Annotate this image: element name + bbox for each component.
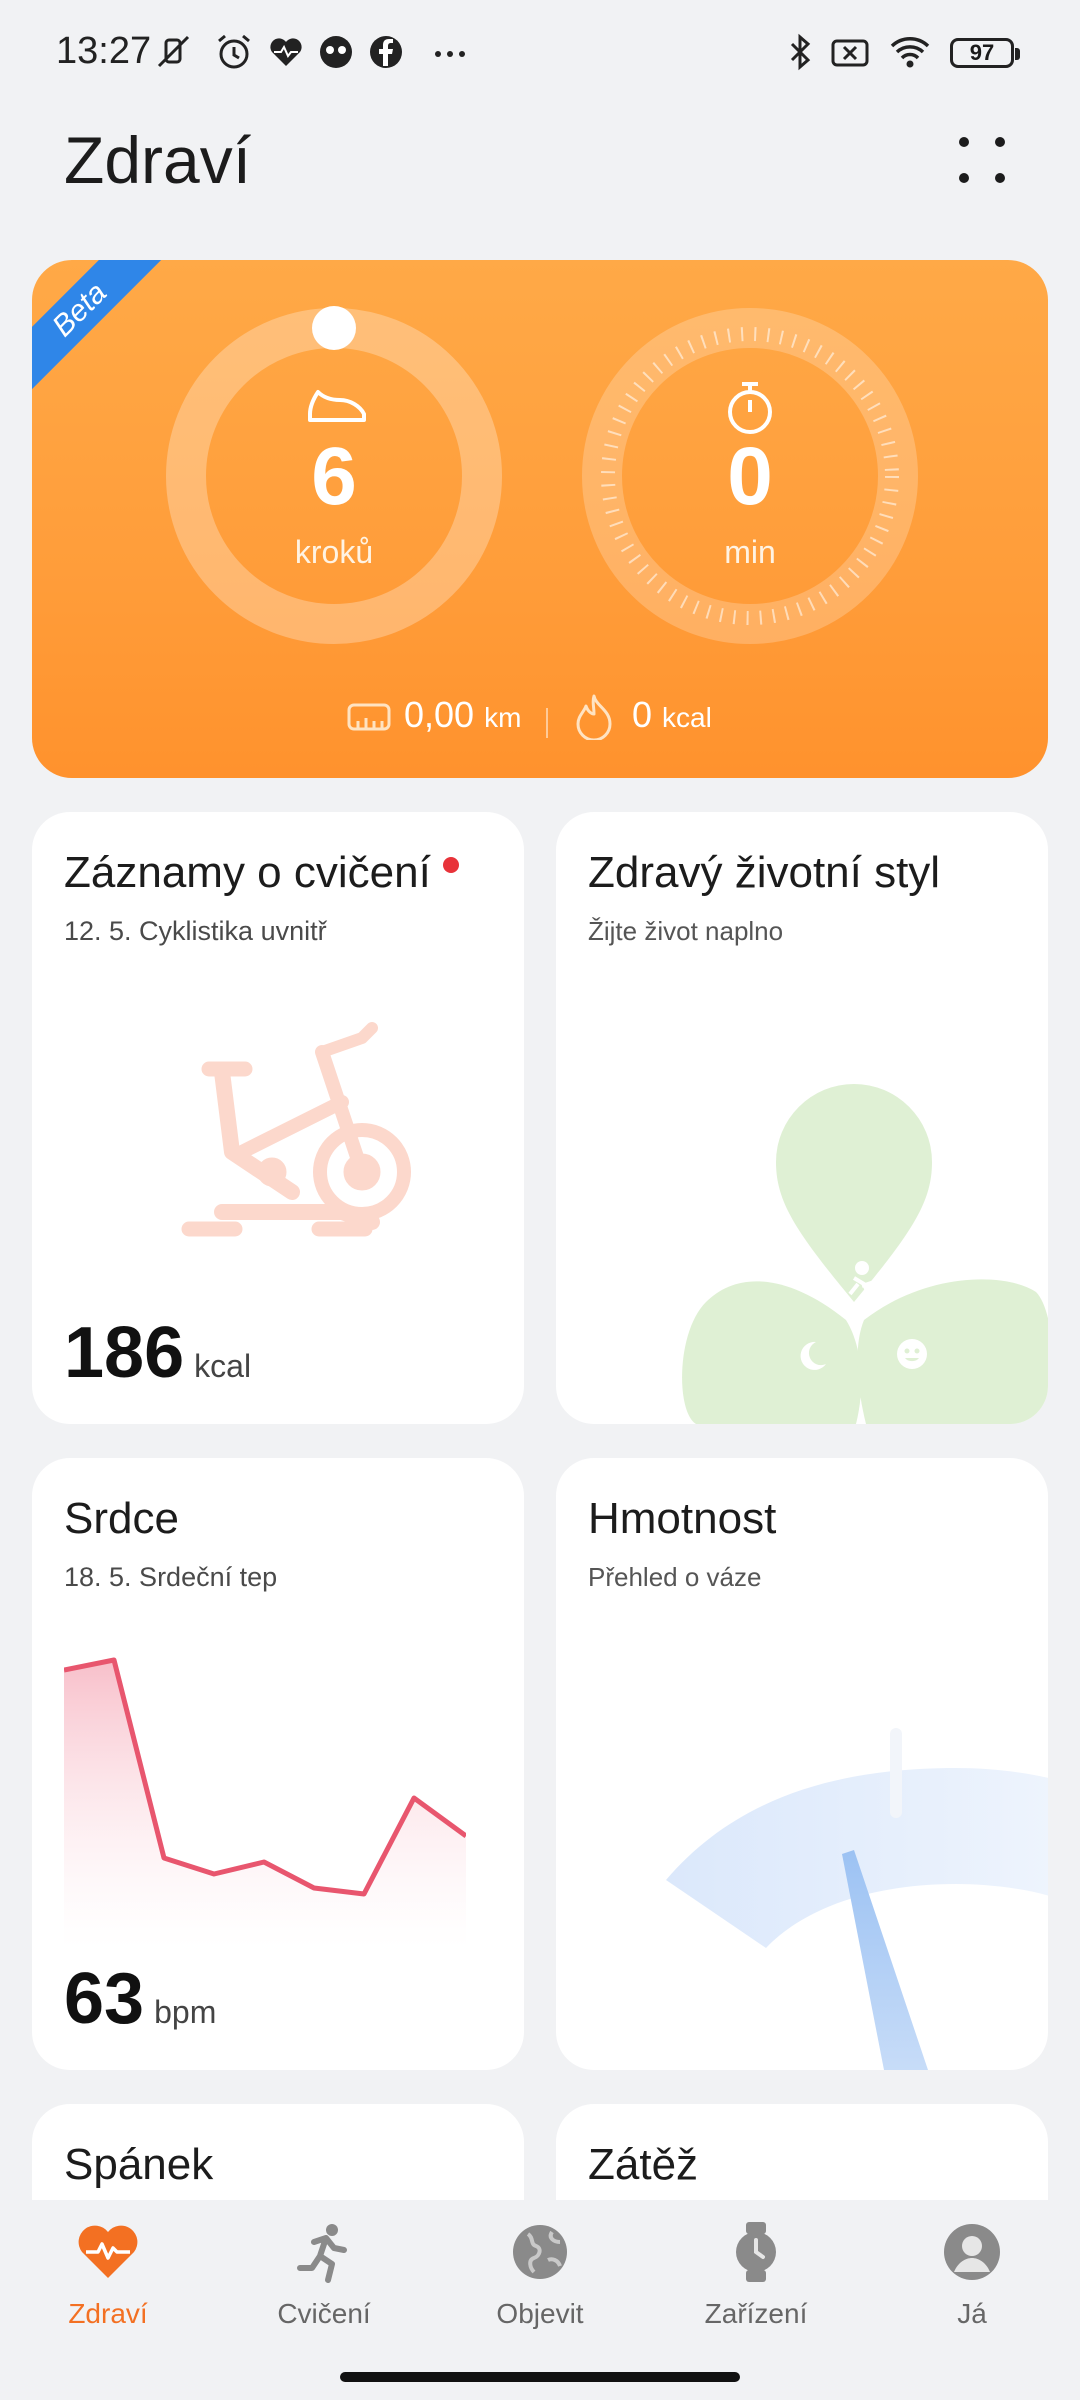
nav-health[interactable]: Zdraví [8, 2220, 208, 2330]
nav-exercise[interactable]: Cvičení [224, 2220, 424, 2330]
battery-indicator: 97 [950, 38, 1020, 68]
exercise-bike-icon [181, 1022, 411, 1237]
nav-label: Já [957, 2298, 987, 2329]
nav-label: Zařízení [704, 2298, 808, 2329]
calories-value: 0 [632, 694, 653, 735]
minutes-value: 0 [727, 431, 773, 522]
status-bar: 13:27 97 [0, 0, 1080, 100]
heart-subtitle: 18. 5. Srdeční tep [64, 1562, 278, 1592]
activity-summary-card[interactable]: Beta 6 kroků 0 min 0,00 km 0 kcal [32, 260, 1048, 778]
exercise-title: Záznamy o cvičení [64, 848, 459, 898]
heart-rate-chart [64, 1657, 466, 1948]
weight-card[interactable]: Hmotnost Přehled o váze [556, 1458, 1048, 2070]
health-icon [266, 32, 306, 72]
weight-gauge-illustration [666, 1728, 1048, 2070]
distance-unit: km [484, 702, 522, 733]
wifi-icon [890, 32, 930, 72]
exercise-unit: kcal [194, 1348, 252, 1384]
minutes-unit: min [724, 534, 776, 570]
running-icon [292, 2220, 356, 2284]
exercise-records-card[interactable]: Záznamy o cvičení 12. 5. Cyklistika uvni… [32, 812, 524, 1424]
nav-label: Cvičení [277, 2298, 371, 2329]
app-icon [316, 32, 356, 72]
heart-unit: bpm [154, 1994, 217, 2030]
watch-icon [724, 2220, 788, 2284]
beta-badge: Beta [32, 260, 167, 397]
more-dots-icon [430, 32, 470, 72]
profile-icon [940, 2220, 1004, 2284]
steps-value: 6 [311, 431, 357, 522]
nav-devices[interactable]: Zařízení [656, 2220, 856, 2330]
status-time: 13:27 [56, 30, 152, 72]
page-title: Zdraví [64, 123, 252, 197]
weight-subtitle: Přehled o váze [588, 1562, 762, 1592]
bluetooth-icon [780, 32, 820, 72]
lifestyle-subtitle: Žijte život naplno [588, 916, 784, 946]
stress-title: Zátěž [588, 2140, 699, 2189]
facebook-icon [366, 32, 406, 72]
calories-unit: kcal [662, 702, 712, 733]
alarm-icon [214, 32, 254, 72]
more-button[interactable] [952, 130, 1012, 190]
nav-label: Objevit [496, 2298, 584, 2329]
heart-card[interactable]: Srdce 18. 5. Srdeční tep 63 bpm [32, 1458, 524, 2070]
clover-illustration [682, 1084, 1048, 1424]
nav-discover[interactable]: Objevit [440, 2220, 640, 2330]
globe-icon [508, 2220, 572, 2284]
stat-divider [546, 708, 548, 738]
flame-icon [572, 692, 616, 745]
heart-title: Srdce [64, 1494, 179, 1543]
notification-dot [442, 857, 459, 873]
home-indicator[interactable] [340, 2372, 740, 2382]
exercise-value: 186 kcal [64, 1313, 252, 1393]
heart-pulse-icon [76, 2220, 140, 2284]
nav-me[interactable]: Já [872, 2220, 1072, 2330]
bottom-navigation: Zdraví Cvičení Objevit Zařízení Já [0, 2200, 1080, 2360]
healthy-lifestyle-card[interactable]: Zdravý životní styl Žijte život naplno [556, 812, 1048, 1424]
weight-title: Hmotnost [588, 1494, 777, 1543]
distance-stat: 0,00 km [404, 694, 521, 736]
distance-value: 0,00 [404, 694, 475, 735]
steps-unit: kroků [294, 534, 374, 570]
lifestyle-title: Zdravý životní styl [588, 848, 941, 897]
nav-label: Zdraví [68, 2298, 148, 2329]
sleep-title: Spánek [64, 2140, 214, 2189]
dots-grid-icon [959, 137, 1005, 183]
exercise-subtitle: 12. 5. Cyklistika uvnitř [64, 916, 327, 946]
shoe-icon [304, 384, 368, 433]
calories-stat: 0 kcal [632, 694, 712, 736]
ruler-icon [346, 700, 392, 739]
mute-vibrate-icon [154, 32, 194, 72]
no-sim-icon [830, 32, 870, 72]
heart-value: 63 bpm [64, 1959, 217, 2039]
